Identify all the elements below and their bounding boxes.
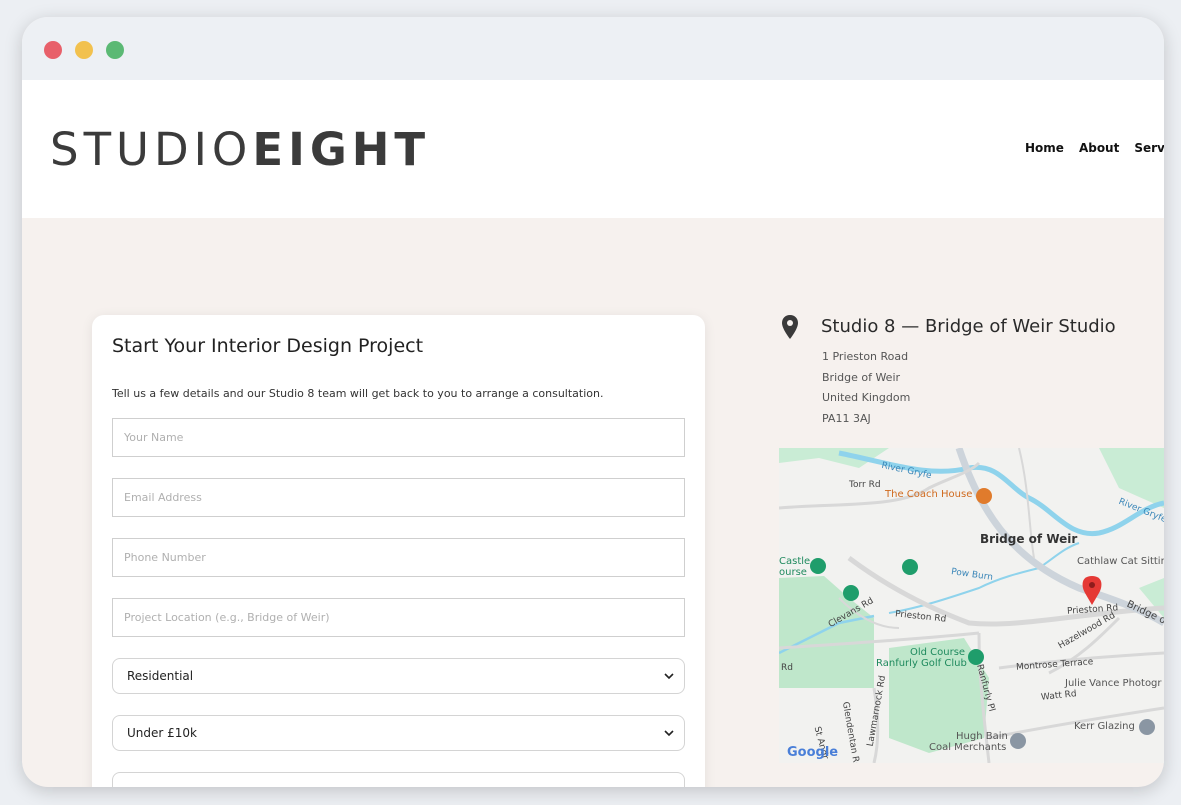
map-label: Julie Vance Photogr bbox=[1065, 678, 1162, 689]
map-label: ourse bbox=[779, 567, 807, 578]
map-label: Hugh Bain bbox=[956, 731, 1008, 742]
site-logo[interactable]: STUDIOEIGHT bbox=[50, 126, 430, 174]
map-label: Castle bbox=[779, 556, 811, 567]
site-header: STUDIOEIGHT Home About Services bbox=[22, 80, 1164, 218]
chevron-down-icon bbox=[664, 730, 674, 737]
maximize-window-button[interactable] bbox=[106, 41, 124, 59]
nav-home[interactable]: Home bbox=[1025, 141, 1064, 155]
studio-title: Studio 8 — Bridge of Weir Studio bbox=[821, 316, 1116, 337]
nav-services[interactable]: Services bbox=[1134, 141, 1164, 155]
location-pin-icon bbox=[782, 315, 798, 339]
address-line-4: PA11 3AJ bbox=[822, 412, 871, 425]
map-label: Ranfurly Golf Club bbox=[876, 658, 967, 669]
nav-about[interactable]: About bbox=[1079, 141, 1119, 155]
project-type-select[interactable]: Residential bbox=[112, 658, 685, 694]
form-description: Tell us a few details and our Studio 8 t… bbox=[112, 387, 604, 400]
map-label: Old Course bbox=[910, 647, 966, 658]
email-field[interactable] bbox=[112, 478, 685, 517]
form-title: Start Your Interior Design Project bbox=[112, 335, 424, 357]
google-logo: Google bbox=[787, 745, 839, 760]
minimize-window-button[interactable] bbox=[75, 41, 93, 59]
map-label: Kerr Glazing bbox=[1074, 721, 1135, 732]
project-type-value: Residential bbox=[127, 669, 194, 683]
window-titlebar bbox=[22, 17, 1164, 80]
phone-field[interactable] bbox=[112, 538, 685, 577]
map-label: Torr Rd bbox=[849, 480, 881, 490]
project-form-card: Start Your Interior Design Project Tell … bbox=[92, 315, 705, 787]
map-label: The Coach House bbox=[885, 489, 973, 500]
logo-text-bold: EIGHT bbox=[252, 123, 431, 176]
chevron-down-icon bbox=[664, 673, 674, 680]
name-field[interactable] bbox=[112, 418, 685, 457]
map-label: Rd bbox=[781, 663, 793, 673]
browser-window: STUDIOEIGHT Home About Services Start Yo… bbox=[22, 17, 1164, 787]
budget-value: Under £10k bbox=[127, 726, 197, 740]
address-line-3: United Kingdom bbox=[822, 391, 911, 404]
map-label: Bridge of Weir bbox=[980, 532, 1078, 546]
address-line-1: 1 Prieston Road bbox=[822, 350, 909, 363]
close-window-button[interactable] bbox=[44, 41, 62, 59]
project-location-field[interactable] bbox=[112, 598, 685, 637]
location-map[interactable]: River Gryfe River Gryfe Torr Rd The Coac… bbox=[779, 448, 1164, 763]
map-label: Cathlaw Cat Sittin bbox=[1077, 556, 1164, 567]
address-line-2: Bridge of Weir bbox=[822, 371, 901, 384]
budget-select[interactable]: Under £10k bbox=[112, 715, 685, 751]
main-nav: Home About Services bbox=[1025, 141, 1164, 155]
timeline-select[interactable] bbox=[112, 772, 685, 787]
map-label: Coal Merchants bbox=[929, 742, 1007, 753]
logo-text-light: STUDIO bbox=[50, 123, 253, 176]
